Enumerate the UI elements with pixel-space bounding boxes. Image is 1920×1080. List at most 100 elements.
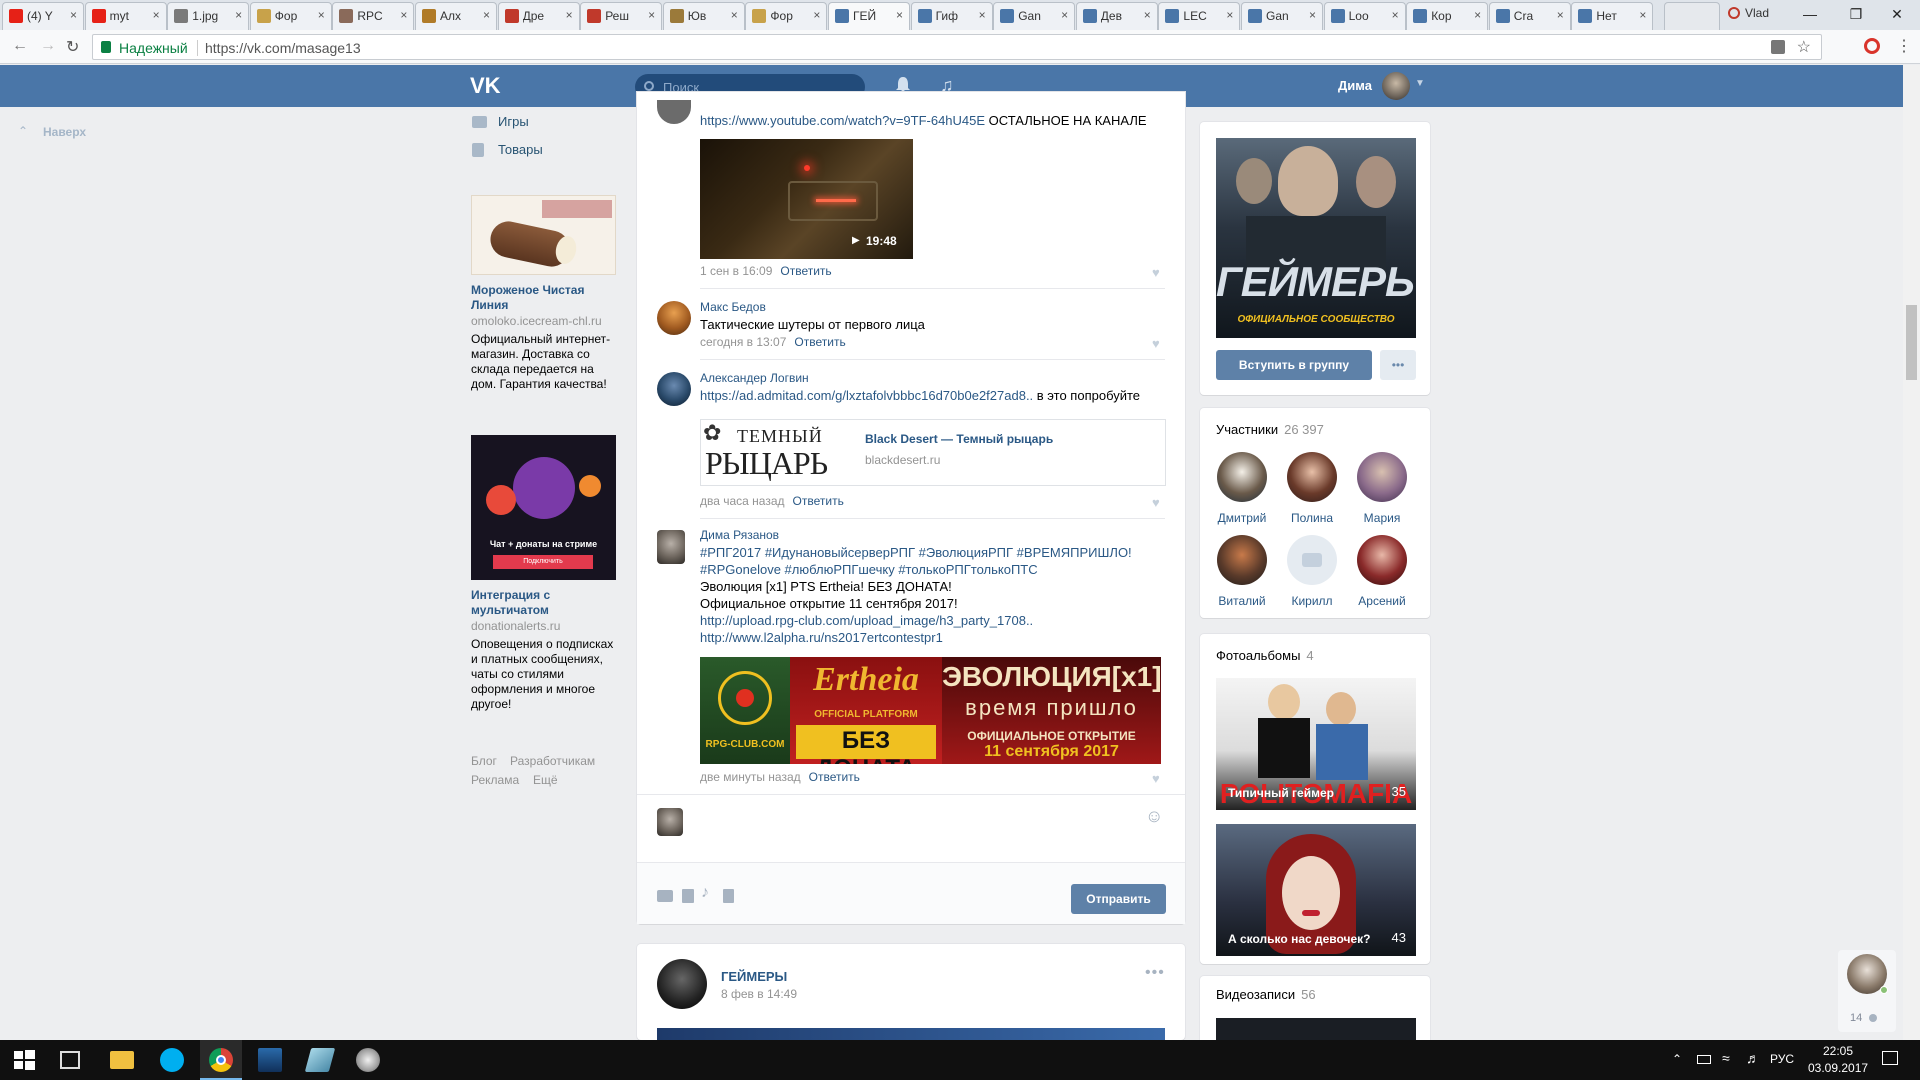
- tab-close-icon[interactable]: ×: [566, 8, 573, 22]
- omnibox[interactable]: Надежный https://vk.com/masage13 ☆: [92, 34, 1822, 60]
- close-window-button[interactable]: ✕: [1874, 0, 1920, 28]
- comment-avatar[interactable]: [657, 100, 691, 124]
- user-avatar[interactable]: [1382, 72, 1410, 100]
- member-avatar[interactable]: [1217, 535, 1267, 585]
- vk-logo[interactable]: VK: [470, 75, 504, 97]
- profile-label[interactable]: Vlad: [1745, 6, 1769, 20]
- tab-close-icon[interactable]: ×: [1639, 8, 1646, 22]
- tab-close-icon[interactable]: ×: [153, 8, 160, 22]
- tab-close-icon[interactable]: ×: [483, 8, 490, 22]
- ad-domain[interactable]: donationalerts.ru: [471, 619, 560, 633]
- browser-tab[interactable]: Кор ×: [1406, 2, 1489, 30]
- comment-link[interactable]: http://www.l2alpha.ru/ns2017ertcontestpr…: [700, 629, 943, 646]
- post-time[interactable]: 8 фев в 14:49: [721, 987, 797, 1001]
- member-avatar[interactable]: [1357, 452, 1407, 502]
- browser-tab[interactable]: Loo ×: [1323, 2, 1406, 30]
- member-avatar[interactable]: [1287, 535, 1337, 585]
- back-icon[interactable]: ←: [12, 37, 28, 55]
- clock-time[interactable]: 22:05: [1815, 1044, 1861, 1058]
- browser-tab[interactable]: LEC ×: [1158, 2, 1241, 30]
- album-thumbnail[interactable]: А сколько нас девочек? 43: [1216, 824, 1416, 956]
- tab-close-icon[interactable]: ×: [896, 8, 903, 22]
- comment-link[interactable]: https://ad.admitad.com/g/lxztafolvbbbc16…: [700, 388, 1033, 403]
- chat-widget[interactable]: 14: [1838, 950, 1896, 1032]
- browser-tab[interactable]: Юв ×: [662, 2, 745, 30]
- tab-close-icon[interactable]: ×: [979, 8, 986, 22]
- notification-icon[interactable]: [1882, 1051, 1898, 1065]
- emoji-icon[interactable]: ☺: [1145, 806, 1163, 827]
- scrollbar-thumb[interactable]: [1906, 305, 1917, 380]
- start-windows-icon[interactable]: [12, 1048, 36, 1072]
- comment-avatar[interactable]: [657, 301, 691, 335]
- footer-link-dev[interactable]: Разработчикам: [510, 754, 595, 768]
- hashtags-line[interactable]: #РПГ2017 #ИдунановыйсерверРПГ #ЭволюцияР…: [700, 544, 1132, 561]
- group-cover-image[interactable]: ГЕЙМЕРЫ ОФИЦИАЛЬНОЕ СООБЩЕСТВО: [1216, 138, 1416, 338]
- album-thumbnail[interactable]: POLITOMAFIA Типичный геймер 35: [1216, 678, 1416, 810]
- extension-icon[interactable]: [1864, 38, 1880, 54]
- paint-icon[interactable]: [356, 1048, 380, 1072]
- forward-icon[interactable]: →: [40, 37, 56, 55]
- new-tab-button[interactable]: [1664, 2, 1720, 30]
- video-icon[interactable]: [682, 889, 694, 903]
- comment-author[interactable]: Дима Рязанов: [700, 528, 779, 542]
- tab-close-icon[interactable]: ×: [1392, 8, 1399, 22]
- back-to-top-link[interactable]: Наверх: [43, 125, 86, 139]
- post-image[interactable]: [657, 1028, 1165, 1040]
- footer-link-ads[interactable]: Реклама: [471, 773, 519, 787]
- minimize-button[interactable]: —: [1787, 0, 1833, 28]
- menu-icon[interactable]: ⋮: [1896, 36, 1912, 56]
- tab-close-icon[interactable]: ×: [70, 8, 77, 22]
- tab-close-icon[interactable]: ×: [648, 8, 655, 22]
- tab-close-icon[interactable]: ×: [1309, 8, 1316, 22]
- browser-tab[interactable]: Дев ×: [1075, 2, 1158, 30]
- reload-icon[interactable]: ↻: [66, 37, 79, 57]
- browser-tab[interactable]: RPC ×: [332, 2, 415, 30]
- chrome-taskbar-button[interactable]: [200, 1040, 242, 1080]
- post-author[interactable]: ГЕЙМЕРЫ: [721, 969, 787, 984]
- tab-close-icon[interactable]: ×: [1557, 8, 1564, 22]
- comment-avatar[interactable]: [657, 530, 685, 564]
- browser-tab[interactable]: Gan ×: [1241, 2, 1323, 30]
- browser-tab[interactable]: Фор ×: [745, 2, 828, 30]
- ad-image-icecream[interactable]: [471, 195, 616, 275]
- browser-tab[interactable]: Cra ×: [1488, 2, 1571, 30]
- clock-date[interactable]: 03.09.2017: [1808, 1061, 1868, 1075]
- nav-games[interactable]: Игры: [498, 114, 529, 129]
- battery-icon[interactable]: [1697, 1055, 1711, 1064]
- tab-close-icon[interactable]: ×: [318, 8, 325, 22]
- browser-tab[interactable]: Фор ×: [249, 2, 332, 30]
- browser-tab[interactable]: Алх ×: [415, 2, 497, 30]
- member-name[interactable]: Виталий: [1202, 594, 1282, 608]
- tab-close-icon[interactable]: ×: [235, 8, 242, 22]
- hashtags-line[interactable]: #RPGonelove #люблюРПГшечку #толькоРПГтол…: [700, 561, 1038, 578]
- page-scrollbar[interactable]: [1903, 65, 1920, 1040]
- comment-author[interactable]: Макс Бедов: [700, 300, 766, 314]
- tab-close-icon[interactable]: ×: [813, 8, 820, 22]
- reply-link[interactable]: Ответить: [794, 335, 845, 349]
- snippet-title[interactable]: Black Desert — Темный рыцарь: [865, 432, 1053, 446]
- like-icon[interactable]: ♥: [1152, 266, 1164, 279]
- reply-link[interactable]: Ответить: [793, 494, 844, 508]
- nav-goods[interactable]: Товары: [498, 142, 543, 157]
- comment-avatar[interactable]: [657, 372, 691, 406]
- tab-close-icon[interactable]: ×: [1474, 8, 1481, 22]
- comment-link[interactable]: https://www.youtube.com/watch?v=9TF-64hU…: [700, 113, 985, 128]
- music-attach-icon[interactable]: ♪: [701, 884, 709, 902]
- browser-tab[interactable]: Реш ×: [580, 2, 663, 30]
- tab-close-icon[interactable]: ×: [1144, 8, 1151, 22]
- comment-author[interactable]: Александер Логвин: [700, 371, 809, 385]
- l2-game-icon[interactable]: [258, 1048, 282, 1072]
- member-avatar[interactable]: [1357, 535, 1407, 585]
- footer-link-more[interactable]: Ещё: [533, 773, 558, 787]
- members-title[interactable]: Участники 26 397: [1216, 422, 1324, 437]
- tab-close-icon[interactable]: ×: [1061, 8, 1068, 22]
- ad-title[interactable]: Мороженое Чистая Линия: [471, 283, 621, 313]
- chevron-up-icon[interactable]: ⌃: [18, 124, 28, 138]
- translate-icon[interactable]: [1771, 40, 1785, 54]
- volume-icon[interactable]: ♬: [1746, 1050, 1760, 1066]
- videos-title[interactable]: Видеозаписи 56: [1216, 987, 1316, 1002]
- link-snippet[interactable]: ✿ ТЕМНЫЙ РЫЦАРЬ Black Desert — Темный ры…: [700, 419, 1166, 486]
- browser-tab[interactable]: myt ×: [84, 2, 167, 30]
- ad-image-donationalerts[interactable]: Чат + донаты на стриме Подключить: [471, 435, 616, 580]
- skype-icon[interactable]: [160, 1048, 184, 1072]
